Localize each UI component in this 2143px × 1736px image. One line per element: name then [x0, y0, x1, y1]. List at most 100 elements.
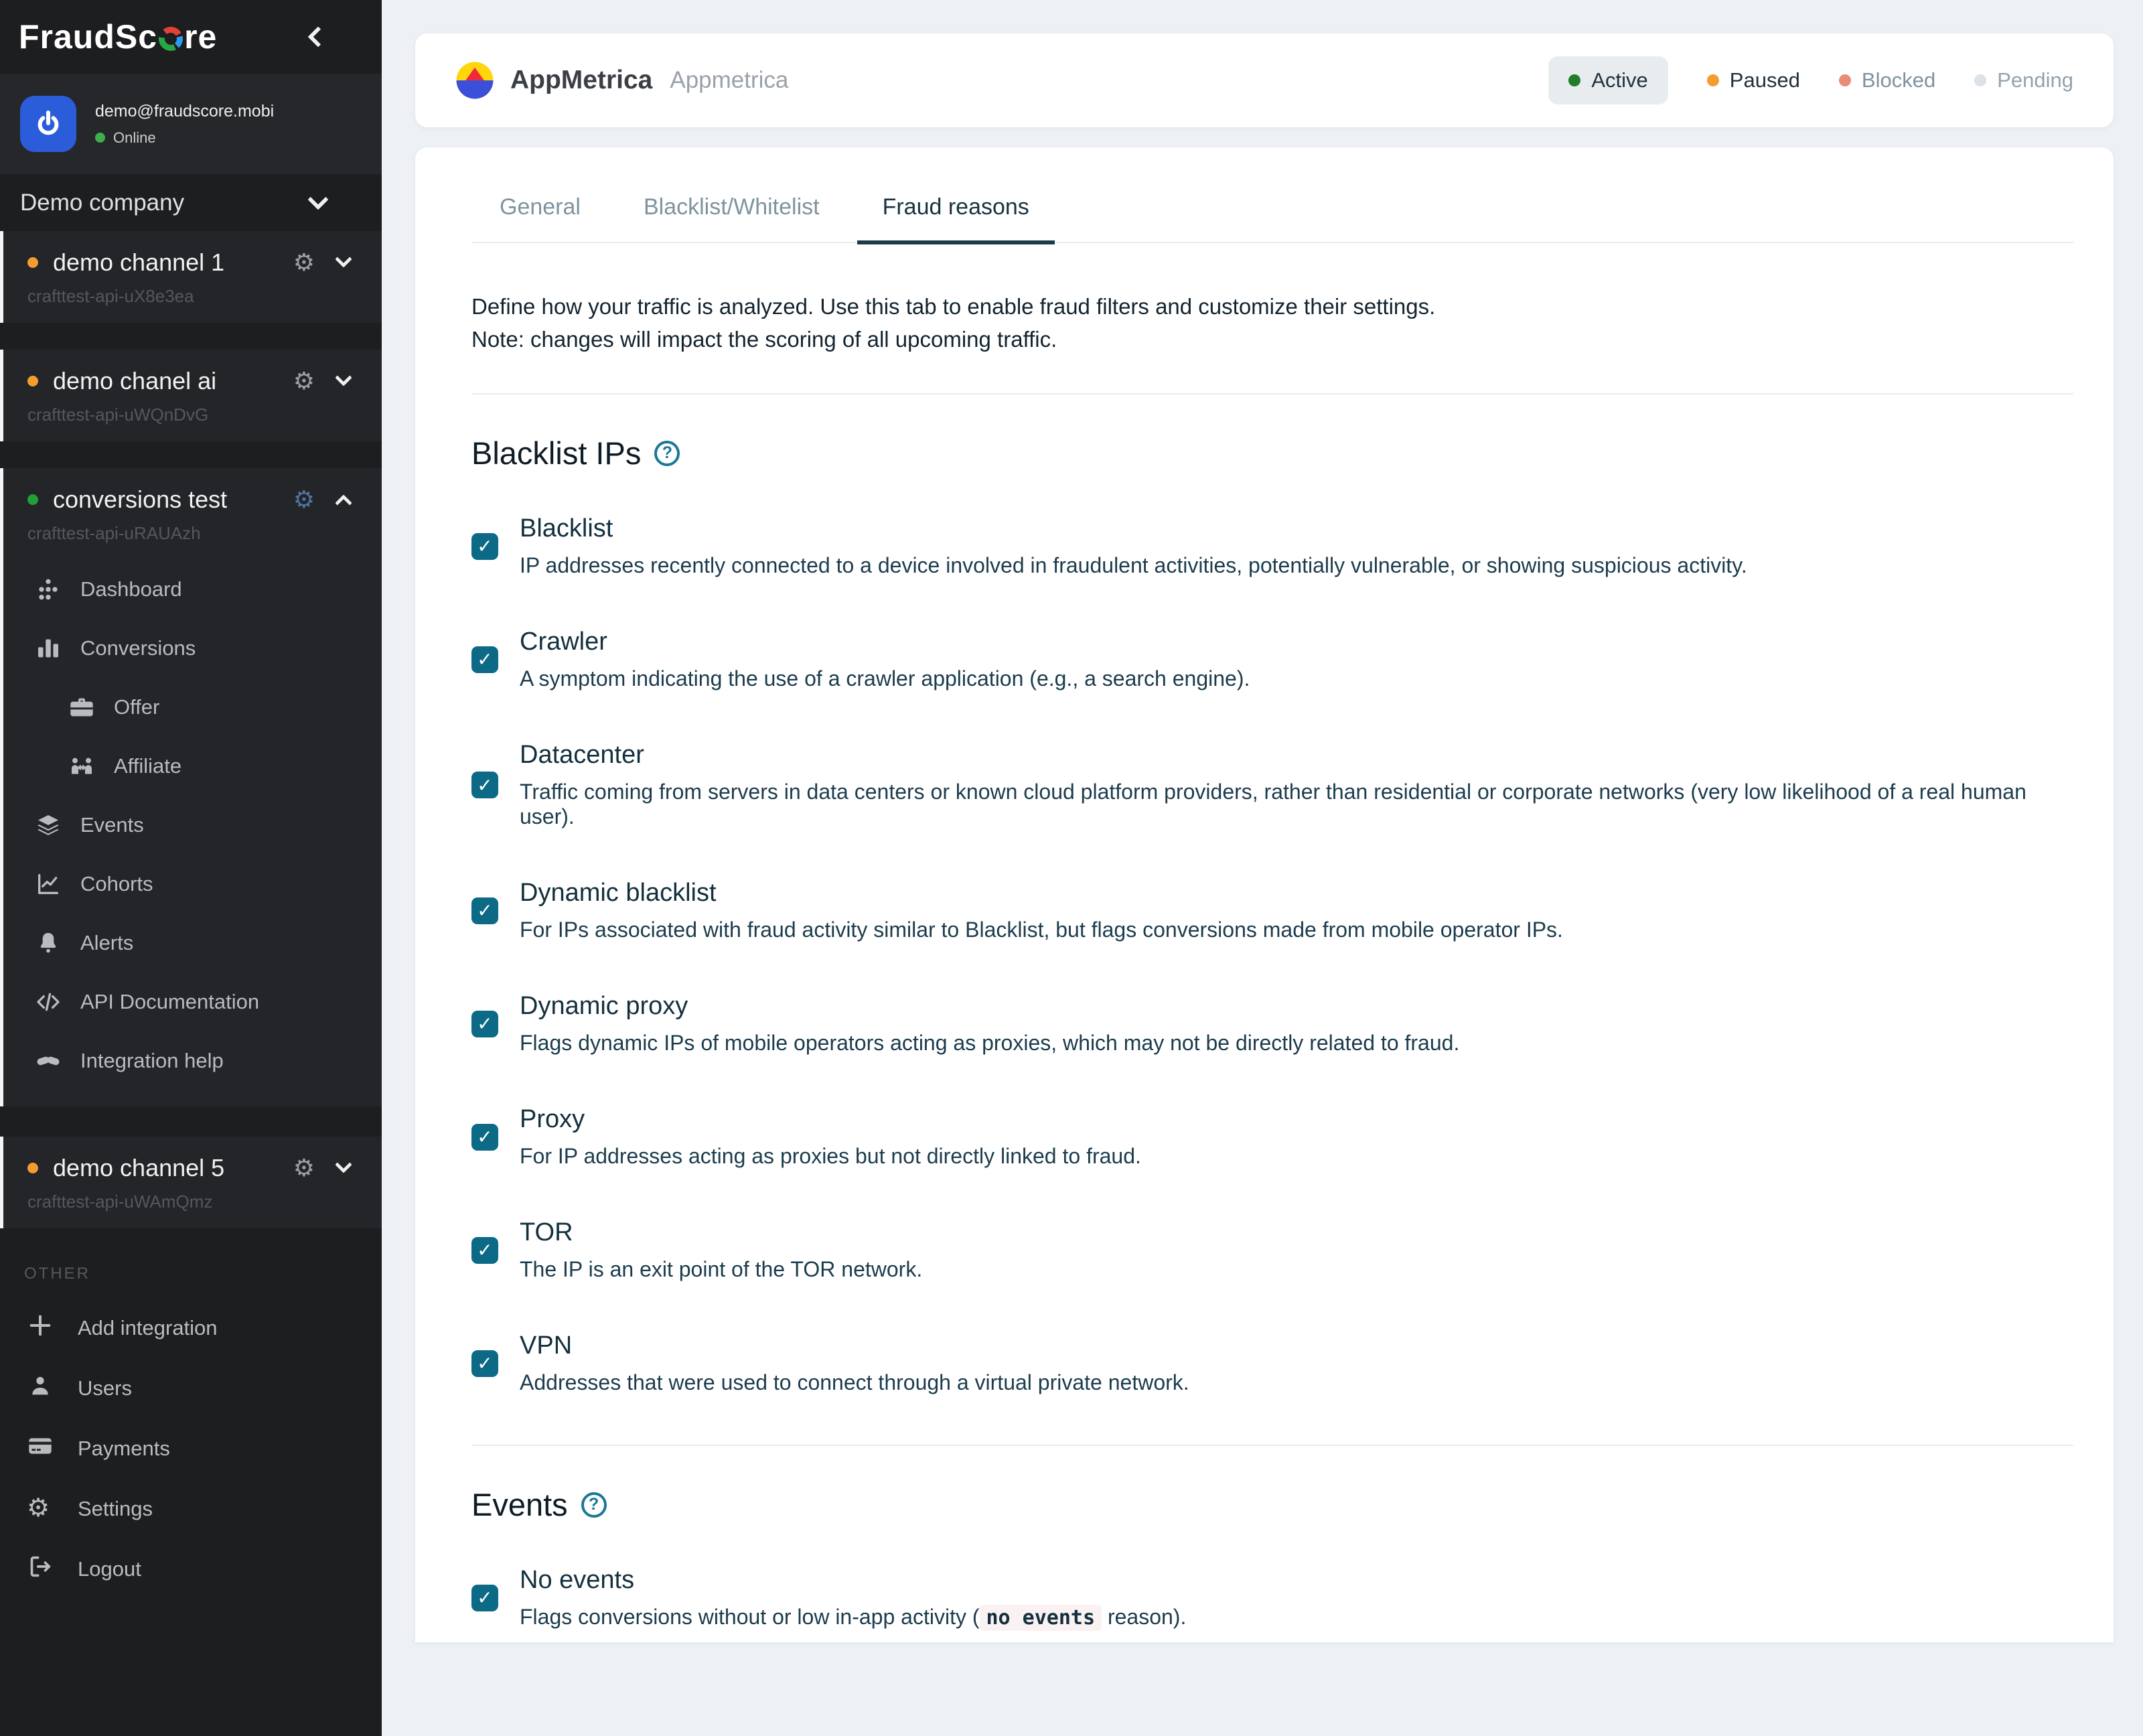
- user-status: Online: [95, 129, 274, 147]
- filter-item-dynamic-blacklist: ✓ Dynamic blacklist For IPs associated w…: [471, 879, 2073, 942]
- filter-title: Proxy: [520, 1105, 1141, 1134]
- credit-card-icon: [27, 1433, 59, 1465]
- channel-demo-chanel-ai[interactable]: demo chanel ai ⚙ crafttest-api-uWQnDvG: [0, 350, 382, 441]
- sidebar-item-label: Cohorts: [80, 872, 153, 896]
- status-dot-icon: [1568, 74, 1580, 86]
- filter-item-no-events: ✓ No events Flags conversions without or…: [471, 1566, 2073, 1630]
- section-title: Blacklist IPs: [471, 435, 641, 472]
- layers-icon: [33, 810, 63, 840]
- help-icon[interactable]: ?: [581, 1492, 607, 1518]
- chevron-down-icon[interactable]: [335, 1156, 352, 1173]
- user-email: demo@fraudscore.mobi: [95, 102, 274, 121]
- filter-item-datacenter: ✓ Datacenter Traffic coming from servers…: [471, 741, 2073, 829]
- filter-title: TOR: [520, 1218, 922, 1247]
- sidebar-item-conversions[interactable]: Conversions: [3, 619, 382, 678]
- sidebar-item-logout[interactable]: Logout: [0, 1539, 382, 1599]
- sidebar-item-users[interactable]: Users: [0, 1358, 382, 1419]
- sidebar-item-payments[interactable]: Payments: [0, 1419, 382, 1479]
- sidebar-item-label: Conversions: [80, 636, 196, 660]
- sidebar-item-alerts[interactable]: Alerts: [3, 914, 382, 972]
- sidebar-item-settings[interactable]: ⚙ Settings: [0, 1479, 382, 1539]
- sidebar-item-cohorts[interactable]: Cohorts: [3, 855, 382, 914]
- channel-name: demo channel 5: [53, 1154, 293, 1182]
- checkbox-proxy[interactable]: ✓: [471, 1124, 498, 1151]
- chevron-up-icon[interactable]: [335, 494, 352, 511]
- checkbox-tor[interactable]: ✓: [471, 1237, 498, 1264]
- briefcase-icon: [67, 693, 96, 722]
- check-icon: ✓: [477, 1013, 492, 1035]
- check-icon: ✓: [477, 1126, 492, 1148]
- other-section-label: OTHER: [24, 1264, 382, 1283]
- channel-api-key: crafttest-api-uX8e3ea: [27, 286, 382, 307]
- filter-description: Addresses that were used to connect thro…: [520, 1370, 1189, 1395]
- tab-general[interactable]: General: [474, 194, 606, 244]
- power-icon: [32, 108, 64, 140]
- channel-conversions-test[interactable]: conversions test ⚙ crafttest-api-uRAUAzh…: [0, 468, 382, 1106]
- filter-description: Flags dynamic IPs of mobile operators ac…: [520, 1031, 1459, 1056]
- section-events-header: Events ?: [471, 1486, 2073, 1523]
- channel-menu: Dashboard Conversions Offer: [3, 560, 382, 1090]
- checkbox-vpn[interactable]: ✓: [471, 1350, 498, 1377]
- channel-demo-channel-5[interactable]: demo channel 5 ⚙ crafttest-api-uWAmQmz: [0, 1137, 382, 1228]
- checkbox-dynamic-blacklist[interactable]: ✓: [471, 897, 498, 924]
- status-option-pending[interactable]: Pending: [1974, 68, 2073, 92]
- tab-blacklist-whitelist[interactable]: Blacklist/Whitelist: [618, 194, 845, 244]
- checkbox-blacklist[interactable]: ✓: [471, 533, 498, 560]
- sidebar-item-add-integration[interactable]: Add integration: [0, 1298, 382, 1358]
- filter-title: Dynamic proxy: [520, 992, 1459, 1021]
- logout-icon: [27, 1553, 59, 1585]
- sidebar-item-dashboard[interactable]: Dashboard: [3, 560, 382, 619]
- channel-demo-channel-1[interactable]: demo channel 1 ⚙ crafttest-api-uX8e3ea: [0, 231, 382, 323]
- appmetrica-logo-icon: [453, 58, 497, 102]
- filter-item-vpn: ✓ VPN Addresses that were used to connec…: [471, 1331, 2073, 1395]
- sidebar-header: FraudScre: [0, 0, 382, 74]
- sidebar-item-label: Dashboard: [80, 577, 182, 601]
- channel-gear-icon[interactable]: ⚙: [293, 486, 315, 514]
- tab-fraud-reasons[interactable]: Fraud reasons: [857, 194, 1055, 244]
- check-icon: ✓: [477, 774, 492, 796]
- settings-card: General Blacklist/Whitelist Fraud reason…: [415, 147, 2114, 1642]
- check-icon: ✓: [477, 648, 492, 670]
- status-option-blocked[interactable]: Blocked: [1839, 68, 1935, 92]
- check-icon: ✓: [477, 535, 492, 557]
- online-label: Online: [113, 129, 156, 147]
- help-icon[interactable]: ?: [654, 441, 680, 466]
- blacklist-ips-items: ✓ Blacklist IP addresses recently connec…: [471, 514, 2073, 1395]
- user-icon: [27, 1372, 59, 1404]
- tab-description-line1: Define how your traffic is analyzed. Use…: [471, 290, 2073, 323]
- sidebar-item-events[interactable]: Events: [3, 796, 382, 855]
- sidebar-collapse-icon[interactable]: [307, 26, 328, 47]
- company-selector[interactable]: Demo company: [0, 174, 382, 231]
- chevron-down-icon[interactable]: [335, 250, 352, 267]
- filter-item-proxy: ✓ Proxy For IP addresses acting as proxi…: [471, 1105, 2073, 1169]
- app-root: FraudScre demo@fraudscore.mobi Online De…: [0, 0, 2143, 1736]
- handshake-icon: [33, 1046, 63, 1076]
- fraudscore-logo: FraudScre: [19, 17, 217, 56]
- check-icon: ✓: [477, 1239, 492, 1261]
- sidebar-item-integration-help[interactable]: Integration help: [3, 1031, 382, 1090]
- checkbox-no-events[interactable]: ✓: [471, 1585, 498, 1611]
- status-option-active[interactable]: Active: [1548, 56, 1668, 104]
- channel-gear-icon[interactable]: ⚙: [293, 1155, 315, 1182]
- status-dot-icon: [1839, 74, 1851, 86]
- channel-api-key: crafttest-api-uRAUAzh: [27, 523, 382, 544]
- main-area: AppMetrica Appmetrica Active Paused Bloc…: [382, 0, 2143, 1736]
- checkbox-crawler[interactable]: ✓: [471, 646, 498, 673]
- sidebar-item-label: Settings: [78, 1497, 153, 1521]
- sidebar-item-label: Logout: [78, 1557, 141, 1581]
- sidebar-item-affiliate[interactable]: Affiliate: [3, 737, 382, 796]
- status-option-paused[interactable]: Paused: [1707, 68, 1800, 92]
- sidebar-item-api-documentation[interactable]: API Documentation: [3, 972, 382, 1031]
- checkbox-datacenter[interactable]: ✓: [471, 772, 498, 798]
- logo-text-left: FraudSc: [19, 17, 157, 56]
- channel-gear-icon[interactable]: ⚙: [293, 368, 315, 395]
- tab-description-line2: Note: changes will impact the scoring of…: [471, 323, 2073, 356]
- filter-title: Dynamic blacklist: [520, 879, 1563, 908]
- filter-item-blacklist: ✓ Blacklist IP addresses recently connec…: [471, 514, 2073, 578]
- line-chart-icon: [33, 869, 63, 899]
- channel-gear-icon[interactable]: ⚙: [293, 249, 315, 277]
- chevron-down-icon[interactable]: [335, 369, 352, 386]
- sidebar-item-offer[interactable]: Offer: [3, 678, 382, 737]
- sidebar-footer-menu: Add integration Users Payments ⚙ Setting…: [0, 1298, 382, 1599]
- checkbox-dynamic-proxy[interactable]: ✓: [471, 1011, 498, 1037]
